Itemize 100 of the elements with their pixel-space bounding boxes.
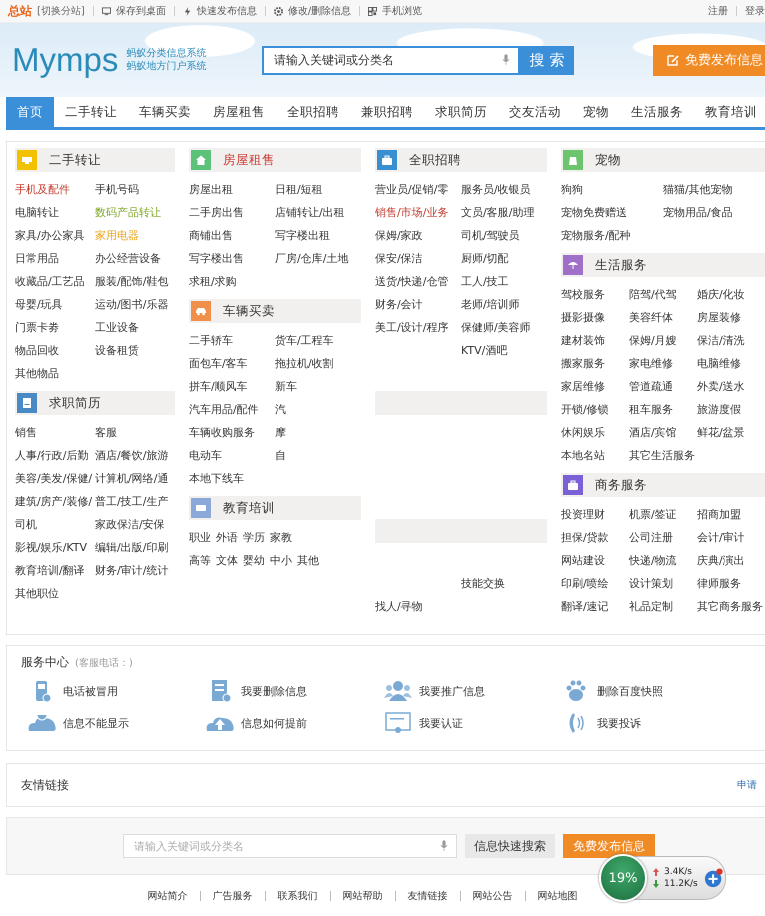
category-link[interactable]: 驾校服务 — [561, 283, 605, 306]
service-link[interactable]: 我要推广信息 — [419, 684, 485, 698]
nav-tab[interactable]: 二手转让 — [54, 97, 128, 127]
footer-link[interactable]: 网站简介 — [148, 889, 188, 903]
category-link[interactable]: 厨师/切配 — [461, 247, 509, 270]
search-button[interactable]: 信息快速搜索 — [465, 834, 555, 858]
category-link[interactable]: 婚庆/化妆 — [697, 283, 745, 306]
account-link[interactable]: 注册 — [708, 4, 728, 18]
category-title[interactable]: 宠物 — [595, 152, 621, 168]
top-link[interactable]: 保存到桌面 — [116, 4, 166, 18]
category-link[interactable]: 影视/娱乐/KTV — [15, 536, 88, 559]
category-link[interactable]: 职业 — [189, 526, 211, 549]
category-link[interactable]: 日常用品 — [15, 247, 59, 270]
category-title[interactable]: 教育培训 — [223, 500, 275, 516]
category-link[interactable]: 普工/技工/生产 — [95, 490, 168, 513]
category-link[interactable]: 物品回收 — [15, 339, 59, 362]
category-link[interactable]: 陪驾/代驾 — [629, 283, 677, 306]
category-link[interactable]: 客服 — [95, 421, 117, 444]
category-link[interactable]: 宠物服务/配种 — [561, 224, 631, 247]
footer-link[interactable]: 联系我们 — [278, 889, 318, 903]
category-link[interactable]: 家政保洁/安保 — [95, 513, 165, 536]
category-link[interactable]: 房屋出租 — [189, 178, 233, 201]
category-link[interactable]: 财务/会计 — [375, 293, 423, 316]
nav-tab[interactable]: 交友活动 — [498, 97, 572, 127]
category-link[interactable]: 运动/图书/乐器 — [95, 293, 168, 316]
category-link[interactable]: 找人/寻物 — [375, 595, 423, 618]
category-link[interactable]: 计算机/网络/通 — [95, 467, 168, 490]
category-link[interactable]: 美容/美发/保健/ — [15, 467, 92, 490]
category-link[interactable]: 厂房/仓库/土地 — [275, 247, 348, 270]
category-link[interactable]: 本地名站 — [561, 444, 605, 467]
top-link[interactable]: 修改/删除信息 — [288, 4, 352, 18]
category-link[interactable]: 开锁/修锁 — [561, 398, 609, 421]
category-link[interactable]: 快递/物流 — [629, 549, 677, 572]
nav-tab[interactable]: 房屋租售 — [202, 97, 276, 127]
category-link[interactable]: 自 — [275, 444, 286, 467]
footer-link[interactable]: 网站帮助 — [342, 889, 382, 903]
category-link[interactable]: 母婴/玩具 — [15, 293, 63, 316]
microphone-icon[interactable] — [440, 840, 448, 852]
category-link[interactable]: 写字楼出租 — [275, 224, 330, 247]
service-link[interactable]: 信息如何提前 — [241, 716, 307, 730]
category-link[interactable]: 办公经营设备 — [95, 247, 161, 270]
category-link[interactable]: 宠物用品/食品 — [663, 201, 733, 224]
category-link[interactable]: 投资理财 — [561, 503, 605, 526]
category-link[interactable]: 店铺转让/出租 — [275, 201, 345, 224]
category-link[interactable]: 管道疏通 — [629, 375, 673, 398]
category-link[interactable]: 酒店/餐饮/旅游 — [95, 444, 168, 467]
category-link[interactable]: 美工/设计/程序 — [375, 316, 448, 339]
category-link[interactable]: 编辑/出版/印刷 — [95, 536, 168, 559]
category-link[interactable]: 电脑维修 — [697, 352, 741, 375]
category-link[interactable]: 求租/求购 — [189, 270, 237, 293]
category-link[interactable]: 司机 — [15, 513, 37, 536]
category-link[interactable]: 设计策划 — [629, 572, 673, 595]
category-link[interactable]: 服装/配饰/鞋包 — [95, 270, 168, 293]
category-link[interactable]: 文体 — [216, 549, 238, 572]
category-link[interactable]: 旅游度假 — [697, 398, 741, 421]
category-link[interactable]: 车辆收购服务 — [189, 421, 255, 444]
category-link[interactable]: 销售 — [15, 421, 37, 444]
category-link[interactable]: 拼车/顺风车 — [189, 375, 248, 398]
service-link[interactable]: 信息不能显示 — [63, 716, 129, 730]
category-link[interactable]: 手机号码 — [95, 178, 139, 201]
category-link[interactable]: 其它商务服务 — [697, 595, 763, 618]
category-link[interactable]: 租车服务 — [629, 398, 673, 421]
category-link[interactable]: 送货/快递/仓管 — [375, 270, 448, 293]
category-link[interactable]: 摄影摄像 — [561, 306, 605, 329]
category-link[interactable]: 招商加盟 — [697, 503, 741, 526]
category-link[interactable]: 印刷/喷绘 — [561, 572, 609, 595]
microphone-icon[interactable] — [502, 54, 510, 66]
category-title[interactable]: 二手转让 — [49, 152, 101, 168]
category-title[interactable]: 求职简历 — [49, 394, 101, 412]
category-link[interactable]: 手机及配件 — [15, 178, 70, 201]
category-link[interactable]: 货车/工程车 — [275, 329, 334, 352]
category-title[interactable]: 商务服务 — [595, 476, 647, 494]
category-link[interactable]: 教育培训/翻译 — [15, 559, 85, 582]
category-link[interactable]: 技能交换 — [461, 572, 505, 595]
category-link[interactable]: 写字楼出售 — [189, 247, 244, 270]
category-link[interactable]: 猫猫/其他宠物 — [663, 178, 733, 201]
category-link[interactable]: KTV/酒吧 — [461, 339, 508, 362]
nav-tab[interactable]: 生活服务 — [620, 97, 694, 127]
service-link[interactable]: 我要删除信息 — [241, 684, 307, 698]
category-title[interactable]: 全职招聘 — [409, 152, 461, 168]
plus-icon[interactable] — [704, 868, 724, 888]
category-link[interactable]: 面包车/客车 — [189, 352, 248, 375]
category-link[interactable]: 美容纤体 — [629, 306, 673, 329]
category-link[interactable]: 外卖/送水 — [697, 375, 745, 398]
category-link[interactable]: 司机/驾驶员 — [461, 224, 520, 247]
category-link[interactable]: 人事/行政/后勤 — [15, 444, 88, 467]
category-link[interactable]: 高等 — [189, 549, 211, 572]
category-link[interactable]: 财务/审计/统计 — [95, 559, 168, 582]
category-link[interactable]: 二手房出售 — [189, 201, 244, 224]
category-link[interactable]: 房屋装修 — [697, 306, 741, 329]
category-link[interactable]: 家居维修 — [561, 375, 605, 398]
category-link[interactable]: 汽车用品/配件 — [189, 398, 259, 421]
nav-tab[interactable]: 教育培训 — [694, 97, 765, 127]
category-link[interactable]: 建筑/房产/装修/ — [15, 490, 92, 513]
category-link[interactable]: 拖拉机/收割 — [275, 352, 334, 375]
category-link[interactable]: 工业设备 — [95, 316, 139, 339]
category-link[interactable]: 服务员/收银员 — [461, 178, 531, 201]
category-link[interactable]: 搬家服务 — [561, 352, 605, 375]
category-link[interactable]: 保姆/月嫂 — [629, 329, 677, 352]
category-link[interactable]: 建材装饰 — [561, 329, 605, 352]
